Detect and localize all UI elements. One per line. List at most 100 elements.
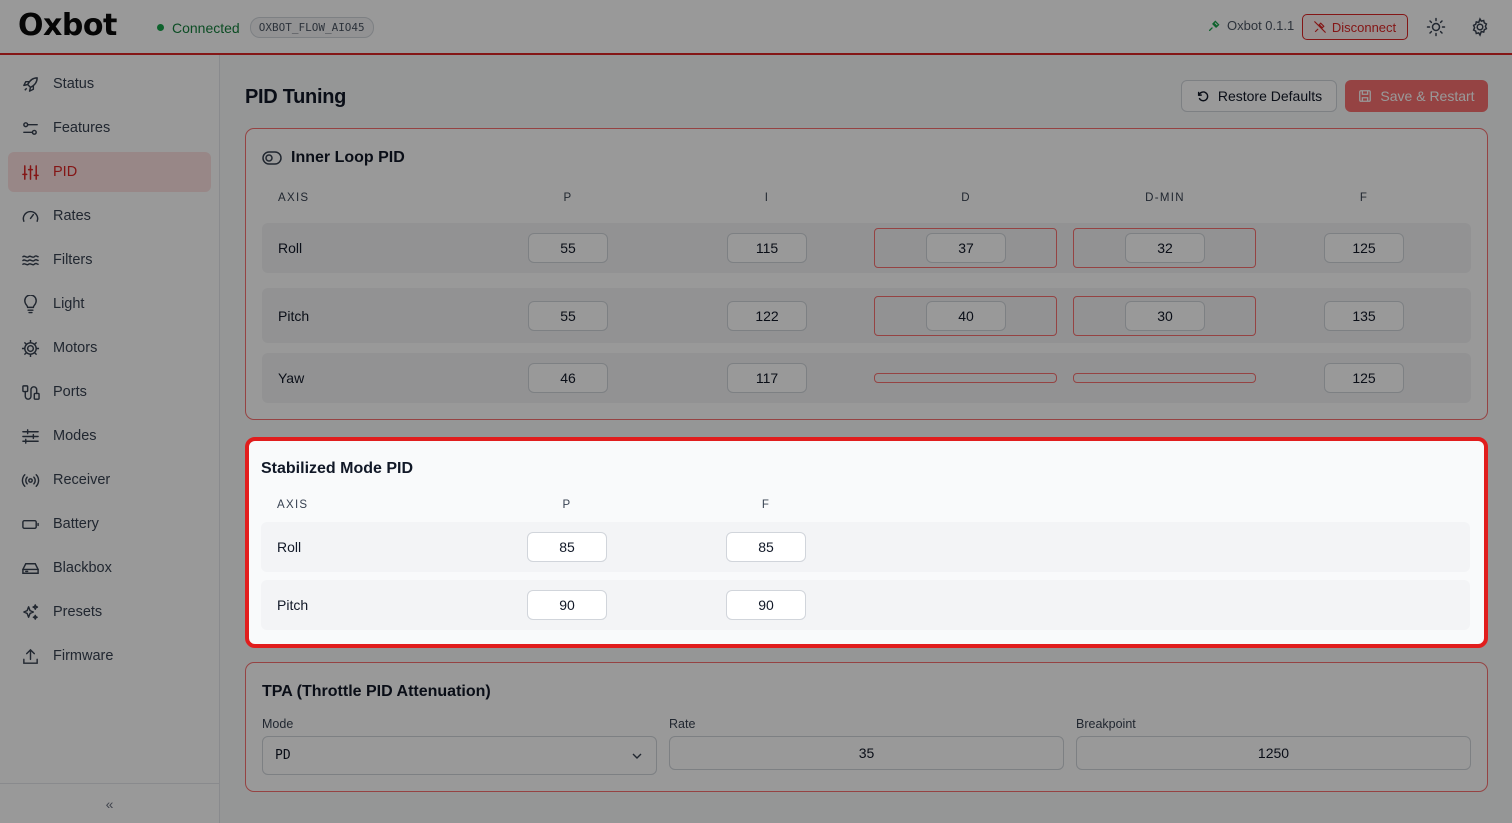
stabilized-mode-pid-card: Stabilized Mode PID AXIS P F Roll 85 85 …	[245, 437, 1488, 648]
d-input[interactable]: 37	[926, 233, 1006, 263]
sidebar-item-ports[interactable]: Ports	[8, 372, 211, 412]
sidebar-item-presets[interactable]: Presets	[8, 592, 211, 632]
i-input[interactable]: 122	[727, 301, 807, 331]
device-name-badge: OXBOT_FLOW_AIO45	[249, 17, 374, 38]
d-input[interactable]: 40	[926, 301, 1006, 331]
mode-value: PD	[275, 748, 291, 763]
mode-label: Mode	[262, 717, 294, 731]
col-header-p: P	[563, 192, 573, 204]
sidebar-item-label: Rates	[53, 208, 91, 224]
disconnect-button[interactable]: Disconnect	[1302, 14, 1408, 40]
sliders-horizontal-icon	[22, 428, 39, 444]
sidebar-item-label: Blackbox	[53, 560, 112, 576]
save-restart-button[interactable]: Save & Restart	[1345, 80, 1488, 112]
axis-label: Roll	[278, 240, 303, 256]
table-row: Pitch 90 90	[261, 580, 1470, 630]
inner-loop-title-text: Inner Loop PID	[291, 149, 405, 166]
sidebar-item-blackbox[interactable]: Blackbox	[8, 548, 211, 588]
sidebar-item-battery[interactable]: Battery	[8, 504, 211, 544]
sidebar-item-label: Modes	[53, 428, 97, 444]
dmin-input[interactable]: 30	[1125, 301, 1205, 331]
rate-input[interactable]: 35	[669, 736, 1064, 770]
sidebar-item-receiver[interactable]: Receiver	[8, 460, 211, 500]
dmin-input[interactable]: 32	[1125, 233, 1205, 263]
f-input[interactable]: 85	[726, 532, 806, 562]
i-input[interactable]: 117	[727, 363, 807, 393]
app-logo: Oxbot	[18, 8, 117, 43]
battery-icon	[22, 519, 39, 529]
axis-label: Yaw	[278, 370, 305, 386]
sun-icon[interactable]	[1426, 17, 1446, 37]
col-header-dmin: D-MIN	[1145, 192, 1185, 204]
breakpoint-input[interactable]: 1250	[1076, 736, 1471, 770]
version-info: Oxbot 0.1.1	[1208, 18, 1294, 33]
app-header: Oxbot Connected OXBOT_FLOW_AIO45 Oxbot 0…	[0, 0, 1512, 55]
cog-icon	[21, 339, 40, 357]
gear-icon[interactable]	[1470, 17, 1490, 37]
table-row: Roll 85 85	[261, 522, 1470, 572]
sidebar-item-label: Battery	[53, 516, 99, 532]
unplug-icon	[1313, 21, 1326, 33]
sidebar-item-filters[interactable]: Filters	[8, 240, 211, 280]
axis-label: Roll	[277, 539, 302, 555]
tpa-title: TPA (Throttle PID Attenuation)	[262, 683, 491, 700]
plug-icon	[1208, 20, 1220, 32]
sidebar-item-modes[interactable]: Modes	[8, 416, 211, 456]
sidebar-item-label: Ports	[53, 384, 87, 400]
axis-label: Pitch	[277, 597, 309, 613]
f-input[interactable]: 90	[726, 590, 806, 620]
radio-icon	[21, 473, 40, 487]
table-row: Roll 55 115 37 32 125	[262, 223, 1471, 273]
collapse-sidebar-button[interactable]: «	[0, 783, 219, 823]
sidebar-item-label: Motors	[53, 340, 98, 356]
f-input[interactable]: 125	[1324, 233, 1404, 263]
dmin-disabled-input	[1073, 373, 1256, 383]
status-dot-icon	[157, 24, 164, 31]
col-header-axis: AXIS	[277, 499, 309, 511]
gauge-icon	[22, 210, 39, 222]
drive-icon	[22, 562, 39, 574]
mode-select[interactable]: PD	[262, 736, 657, 775]
p-input[interactable]: 90	[527, 590, 607, 620]
f-input[interactable]: 125	[1324, 363, 1404, 393]
save-restart-label: Save & Restart	[1380, 88, 1475, 104]
sidebar-item-rates[interactable]: Rates	[8, 196, 211, 236]
sidebar-item-light[interactable]: Light	[8, 284, 211, 324]
sparkles-icon	[23, 603, 39, 620]
rate-label: Rate	[669, 717, 696, 731]
f-input[interactable]: 135	[1324, 301, 1404, 331]
toggle-icon	[262, 151, 282, 165]
connection-status: Connected OXBOT_FLOW_AIO45	[157, 17, 374, 38]
inner-loop-title: Inner Loop PID	[262, 149, 405, 167]
sidebar-item-label: Features	[53, 120, 111, 136]
version-text: Oxbot 0.1.1	[1227, 18, 1295, 33]
disconnect-label: Disconnect	[1331, 19, 1397, 35]
sidebar-item-label: Filters	[53, 252, 93, 268]
restore-defaults-label: Restore Defaults	[1217, 88, 1323, 104]
sidebar-item-motors[interactable]: Motors	[8, 328, 211, 368]
inner-loop-pid-card: Inner Loop PID AXIS P I D D-MIN F Roll 5…	[245, 128, 1488, 420]
sidebar-item-firmware[interactable]: Firmware	[8, 636, 211, 676]
p-input[interactable]: 46	[528, 363, 608, 393]
sidebar-item-pid[interactable]: PID	[8, 152, 211, 192]
connection-status-text: Connected	[172, 19, 240, 36]
toggles-icon	[23, 121, 38, 135]
p-input[interactable]: 55	[528, 233, 608, 263]
upload-icon	[23, 648, 38, 664]
p-input[interactable]: 85	[527, 532, 607, 562]
sidebar-item-features[interactable]: Features	[8, 108, 211, 148]
sidebar-item-label: Receiver	[53, 472, 111, 488]
p-input[interactable]: 55	[528, 301, 608, 331]
sidebar-item-label: Firmware	[53, 648, 114, 664]
sidebar-item-label: Light	[53, 296, 85, 312]
plug-icon	[22, 384, 40, 400]
stabilized-title: Stabilized Mode PID	[261, 460, 414, 477]
sidebar-item-label: PID	[53, 164, 78, 180]
i-input[interactable]: 115	[727, 233, 807, 263]
restore-defaults-button[interactable]: Restore Defaults	[1181, 80, 1337, 112]
sidebar-item-status[interactable]: Status	[8, 64, 211, 104]
rotate-ccw-icon	[1197, 91, 1209, 102]
col-header-f: F	[1359, 192, 1369, 204]
chevron-down-icon	[632, 753, 642, 759]
save-icon	[1359, 90, 1372, 102]
